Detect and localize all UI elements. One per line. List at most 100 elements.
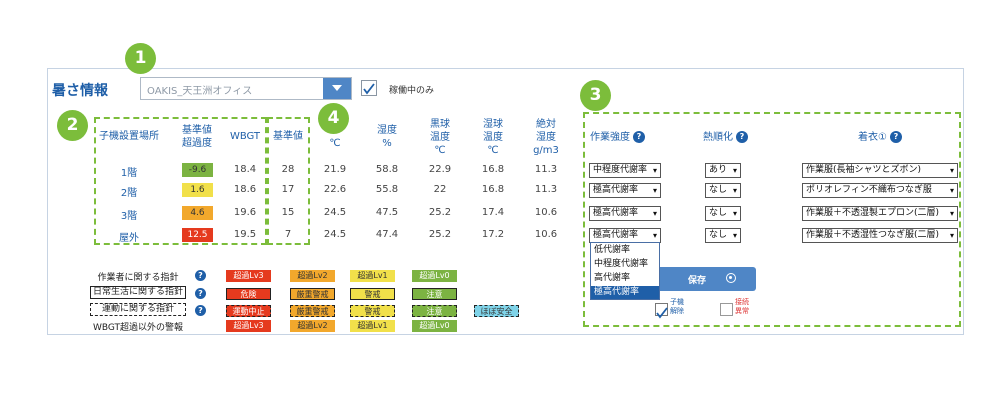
acclimatization-select[interactable]: なし ▾ [705, 206, 741, 221]
clothing-select[interactable]: 作業服＋不透湿性つなぎ服(二層) ▾ [802, 228, 958, 243]
intensity-select[interactable]: 極高代謝率 ▾ [589, 183, 661, 198]
active-only-label: 稼働中のみ [389, 86, 435, 96]
col-ref-exceed-line1: 基準値 [182, 125, 212, 136]
legend-chip: 超過Lv2 [290, 320, 335, 332]
acclimatization-value: なし [709, 185, 728, 195]
temp-cell: 21.9 [323, 164, 347, 175]
help-icon[interactable]: ? [195, 305, 206, 316]
chevron-down-icon: ▾ [732, 186, 737, 195]
help-icon[interactable]: ? [633, 131, 645, 143]
clothing-header-label: 着衣① [858, 132, 887, 143]
chevron-down-icon: ▾ [949, 186, 954, 195]
legend-chip: ほぼ安全 [474, 305, 519, 317]
abnormal-line1: 接続 [735, 298, 749, 306]
exceed-chip: -9.6 [182, 163, 213, 177]
temp-cell: 24.5 [323, 229, 347, 240]
acclimatization-value: なし [709, 208, 728, 218]
acclimatization-select[interactable]: なし ▾ [705, 228, 741, 243]
wet-temp-cell: 16.8 [481, 184, 505, 195]
badge-4: 4 [318, 103, 349, 134]
chevron-down-icon: ▾ [949, 166, 954, 175]
intensity-select[interactable]: 極高代謝率 ▾ [589, 206, 661, 221]
acclimatization-select[interactable]: あり ▾ [705, 163, 741, 178]
chevron-down-icon [332, 85, 342, 91]
legend-chip: 超過Lv1 [350, 270, 395, 282]
col-abs-humidity-header: 絶対 湿度 g/m3 [524, 118, 568, 157]
mobile-release-label: 子機 解除 [670, 298, 684, 316]
acclimatization-select[interactable]: なし ▾ [705, 183, 741, 198]
wet-temp-cell: 17.2 [481, 229, 505, 240]
globe-temp-cell: 25.2 [428, 207, 452, 218]
ref-value-cell: 7 [284, 229, 292, 240]
ref-value-cell: 17 [281, 184, 295, 195]
abs-humidity-cell: 11.3 [534, 184, 558, 195]
legend-label: 日常生活に関する指針 [90, 286, 186, 299]
location-cell: 屋外 [119, 233, 139, 244]
mobile-release-checkbox[interactable] [655, 303, 668, 319]
clothing-value: 作業服＋不透湿製エプロン(二層) [806, 208, 940, 218]
intensity-dropdown-list[interactable]: 低代謝率 中程度代謝率 高代謝率 極高代謝率 [590, 242, 660, 300]
location-value: OAKIS_天王洲オフィス [147, 86, 253, 97]
active-only-checkbox[interactable] [361, 80, 377, 96]
acclimatization-value: なし [709, 230, 728, 240]
help-icon[interactable]: ? [889, 131, 902, 143]
help-icon[interactable]: ? [195, 270, 206, 281]
exceed-chip: 4.6 [182, 206, 213, 220]
col-globe-line2: 温度 [430, 132, 450, 143]
location-cell: 1階 [120, 168, 138, 179]
humidity-cell: 58.8 [375, 164, 399, 175]
mobile-release-line1: 子機 [670, 298, 684, 306]
help-icon[interactable]: ? [736, 131, 748, 143]
location-dropdown-button[interactable] [323, 78, 351, 99]
clothing-header: 着衣①? [858, 131, 918, 144]
chevron-down-icon: ▾ [652, 166, 657, 175]
abnormal-checkbox[interactable] [720, 303, 733, 316]
col-ref-exceed-line2: 超過度 [182, 138, 212, 149]
col-ref-exceed-header: 基準値 超過度 [174, 124, 220, 150]
dropdown-option[interactable]: 中程度代謝率 [591, 258, 659, 271]
col-wbgt-header: WBGT [229, 131, 261, 142]
wbgt-cell: 19.5 [233, 229, 257, 240]
col-ref-value-header: 基準値 [273, 131, 303, 142]
dropdown-option[interactable]: 高代謝率 [591, 272, 659, 285]
chevron-down-icon: ▾ [652, 209, 657, 218]
legend-chip: 超過Lv3 [226, 320, 271, 332]
globe-temp-cell: 25.2 [428, 229, 452, 240]
col-abs-line3: g/m3 [533, 145, 559, 156]
clothing-select[interactable]: ポリオレフィン不織布つなぎ服 ▾ [802, 183, 958, 198]
col-humidity-line2: % [382, 138, 392, 149]
col-globe-header: 黒球 温度 ℃ [420, 118, 460, 157]
help-icon[interactable]: ? [195, 288, 206, 299]
location-cell: 3階 [120, 211, 138, 222]
badge-1: 1 [125, 43, 156, 74]
save-button[interactable]: 保存 [660, 267, 756, 291]
dropdown-option[interactable]: 極高代謝率 [591, 286, 659, 299]
col-wet-line2: 温度 [483, 132, 503, 143]
abs-humidity-cell: 10.6 [534, 229, 558, 240]
legend-chip: 超過Lv2 [290, 270, 335, 282]
col-wet-line3: ℃ [487, 145, 499, 156]
ref-value-cell: 28 [281, 164, 295, 175]
exceed-chip: 1.6 [182, 183, 213, 197]
col-globe-line1: 黒球 [430, 119, 450, 130]
clothing-select[interactable]: 作業服＋不透湿製エプロン(二層) ▾ [802, 206, 958, 221]
legend-chip: 超過Lv1 [350, 320, 395, 332]
clothing-select[interactable]: 作業服(長袖シャツとズボン) ▾ [802, 163, 958, 178]
badge-2: 2 [57, 110, 88, 141]
acclimatization-header-label: 熱順化 [703, 132, 733, 143]
wbgt-cell: 19.6 [233, 207, 257, 218]
col-abs-line1: 絶対 [536, 119, 556, 130]
chevron-down-icon: ▾ [652, 231, 657, 240]
intensity-select[interactable]: 中程度代謝率 ▾ [589, 163, 661, 178]
temp-cell: 22.6 [323, 184, 347, 195]
intensity-select[interactable]: 極高代謝率 ▾ [589, 228, 661, 243]
col-globe-line3: ℃ [434, 145, 446, 156]
legend-chip: 注意 [412, 305, 457, 317]
abs-humidity-cell: 10.6 [534, 207, 558, 218]
location-select[interactable]: OAKIS_天王洲オフィス [140, 77, 352, 100]
checkmark-icon [656, 307, 668, 319]
chevron-down-icon: ▾ [732, 231, 737, 240]
dropdown-option[interactable]: 低代謝率 [591, 244, 659, 257]
intensity-header: 作業強度? [590, 131, 670, 144]
wbgt-cell: 18.4 [233, 164, 257, 175]
